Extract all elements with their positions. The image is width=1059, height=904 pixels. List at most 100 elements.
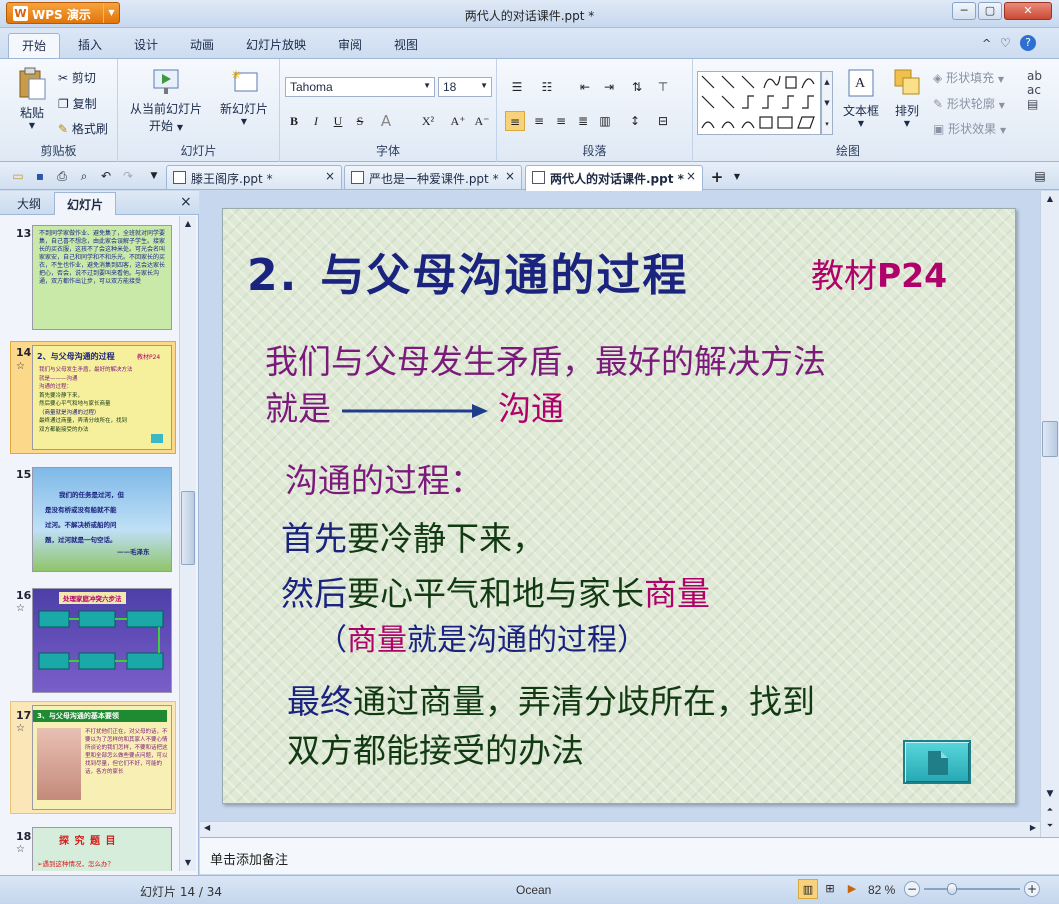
- slide-sorter-icon[interactable]: ⊞: [820, 879, 840, 899]
- slide-vertical-scrollbar[interactable]: ▲ ▼ ⏶ ⏷: [1040, 191, 1059, 837]
- numbering-icon[interactable]: ☷: [537, 77, 557, 97]
- slides-pane-scrollbar[interactable]: ▲ ▼: [179, 216, 196, 871]
- tab-insert[interactable]: 插入: [78, 36, 102, 53]
- scroll-down-icon[interactable]: ▼: [180, 855, 196, 871]
- collapse-ribbon-icon[interactable]: ^: [982, 37, 991, 50]
- shapes-scroll[interactable]: ▲ ▼ ▾: [821, 71, 833, 135]
- decrease-indent-icon[interactable]: ⇤: [575, 77, 595, 97]
- new-tab-icon[interactable]: +: [707, 167, 727, 187]
- scroll-right-icon[interactable]: ▶: [1030, 823, 1036, 832]
- text-direction-icon[interactable]: ⇅: [627, 77, 647, 97]
- new-slide-button[interactable]: ✳ 新幻灯片 ▼: [214, 67, 274, 126]
- restore-button[interactable]: ▢: [978, 2, 1002, 20]
- scroll-left-icon[interactable]: ◀: [204, 823, 210, 832]
- tab-list-icon[interactable]: ▼: [727, 167, 747, 187]
- scroll-down-icon[interactable]: ▼: [1042, 787, 1058, 801]
- cut-button[interactable]: ✂ 剪切: [58, 69, 96, 86]
- textbox-button[interactable]: A 文本框 ▼: [839, 67, 883, 128]
- shapes-gallery[interactable]: [697, 71, 821, 135]
- copy-button[interactable]: ❐ 复制: [58, 95, 97, 112]
- font-name-select[interactable]: Tahoma ▼: [285, 77, 435, 97]
- align-right-icon[interactable]: ≡: [551, 111, 571, 131]
- font-group-label: 字体: [375, 144, 400, 158]
- open-icon[interactable]: ▭: [8, 166, 28, 186]
- strikethrough-button[interactable]: S: [350, 111, 370, 131]
- more-tools-icon[interactable]: ab ac ▤: [1027, 69, 1042, 111]
- minimize-button[interactable]: ─: [952, 2, 976, 20]
- zoom-in-icon[interactable]: +: [1024, 881, 1040, 897]
- align-text-icon[interactable]: ⊤: [653, 77, 673, 97]
- paste-button[interactable]: 粘贴 ▼: [12, 67, 52, 130]
- bold-button[interactable]: B: [284, 111, 304, 131]
- current-slide[interactable]: 2. 与父母沟通的过程 教材P24 我们与父母发生矛盾，最好的解决方法 就是 沟通…: [222, 208, 1016, 804]
- close-icon[interactable]: ×: [505, 169, 515, 183]
- previous-slide-icon[interactable]: ⏶: [1042, 803, 1058, 817]
- underline-button[interactable]: U: [328, 111, 348, 131]
- tab-design[interactable]: 设计: [134, 36, 158, 53]
- document-action-button[interactable]: [903, 740, 971, 784]
- slides-tab[interactable]: 幻灯片: [54, 192, 116, 215]
- slide-thumb-16[interactable]: 处理家庭冲突六步法: [32, 588, 172, 693]
- save-icon[interactable]: ▪: [30, 166, 50, 186]
- shape-fill-button[interactable]: ◈ 形状填充 ▼: [933, 69, 1004, 86]
- slide-thumb-14[interactable]: 2、与父母沟通的过程 教材P24 我们与父母发生矛盾，最好的解决方法 就是———…: [32, 345, 172, 450]
- thumb-line: （商量就是沟通的过程）: [39, 409, 100, 416]
- shape-outline-button[interactable]: ✎ 形状轮廓 ▼: [933, 95, 1005, 112]
- line-spacing-icon[interactable]: ↕: [625, 111, 645, 131]
- superscript-button[interactable]: X²: [418, 111, 438, 131]
- notes-pane[interactable]: 单击添加备注: [200, 837, 1059, 874]
- customize-toolbar-icon[interactable]: ▼: [144, 166, 164, 186]
- scroll-up-icon[interactable]: ▲: [180, 216, 196, 232]
- slide-thumb-17[interactable]: 3、与父母沟通的基本要领 不打扰他们正在，对父母的话，不要以为了怎样的和其家人不…: [32, 705, 172, 810]
- slide-thumb-13[interactable]: 不到同学家做作业、避免集了，全班就对同学要集，自己喜不想念，由此家会误解子学生。…: [32, 225, 172, 330]
- align-left-icon[interactable]: ≡: [505, 111, 525, 131]
- tab-review[interactable]: 审阅: [338, 36, 362, 53]
- print-preview-icon[interactable]: ⌕: [74, 166, 94, 186]
- doc-tab-1[interactable]: 滕王阁序.ppt * ×: [166, 165, 342, 189]
- scroll-thumb[interactable]: [1042, 421, 1058, 457]
- shrink-font-button[interactable]: A⁻: [472, 111, 492, 131]
- outline-tab[interactable]: 大纲: [6, 195, 52, 212]
- increase-indent-icon[interactable]: ⇥: [599, 77, 619, 97]
- slide-thumb-18[interactable]: 探 究 题 目 ➢遇到这种情况，怎么办？: [32, 827, 172, 871]
- skin-icon[interactable]: ♡: [1000, 36, 1011, 50]
- format-painter-button[interactable]: ✎ 格式刷: [58, 120, 108, 137]
- close-icon[interactable]: ×: [325, 169, 335, 183]
- play-from-current-button[interactable]: 从当前幻灯片 开始 ▼: [126, 67, 206, 134]
- shape-effect-button[interactable]: ▣ 形状效果 ▼: [933, 120, 1006, 137]
- columns-icon[interactable]: ⊟: [653, 111, 673, 131]
- close-button[interactable]: ✕: [1004, 2, 1052, 20]
- grow-font-button[interactable]: A⁺: [448, 111, 468, 131]
- tab-animation[interactable]: 动画: [190, 36, 214, 53]
- scroll-thumb[interactable]: [181, 491, 195, 565]
- zoom-slider-thumb[interactable]: [946, 883, 957, 895]
- italic-button[interactable]: I: [306, 111, 326, 131]
- slide-thumb-15[interactable]: 我们的任务是过河，但 是没有桥或没有船就不能 过河。不解决桥或船的问 题，过河就…: [32, 467, 172, 572]
- close-icon[interactable]: ×: [686, 169, 696, 183]
- pane-toggle-icon[interactable]: ▤: [1030, 166, 1050, 186]
- align-center-icon[interactable]: ≡: [529, 111, 549, 131]
- bullets-icon[interactable]: ☰: [507, 77, 527, 97]
- tab-home[interactable]: 开始: [8, 33, 60, 59]
- zoom-out-icon[interactable]: −: [904, 881, 920, 897]
- normal-view-icon[interactable]: ▥: [798, 879, 818, 899]
- font-color-button[interactable]: A: [376, 111, 396, 131]
- tab-slideshow[interactable]: 幻灯片放映: [246, 36, 306, 53]
- close-pane-icon[interactable]: ×: [180, 194, 192, 210]
- arrange-button[interactable]: 排列 ▼: [887, 67, 927, 128]
- tab-view[interactable]: 视图: [394, 36, 418, 53]
- distribute-icon[interactable]: ▥: [595, 111, 615, 131]
- help-icon[interactable]: ?: [1020, 35, 1036, 51]
- doc-tab-2[interactable]: 严也是一种爱课件.ppt * ×: [344, 165, 522, 189]
- next-slide-icon[interactable]: ⏷: [1042, 819, 1058, 833]
- scroll-up-icon[interactable]: ▲: [1042, 191, 1058, 207]
- undo-icon[interactable]: ↶: [96, 166, 116, 186]
- font-size-select[interactable]: 18 ▼: [438, 77, 492, 97]
- slideshow-view-icon[interactable]: ▶: [842, 879, 862, 899]
- slide-horizontal-scrollbar[interactable]: ◀ ▶: [200, 821, 1040, 837]
- doc-tab-3-active[interactable]: 两代人的对话课件.ppt * ×: [525, 165, 703, 191]
- print-icon[interactable]: ⎙: [52, 166, 72, 186]
- zoom-slider[interactable]: [924, 883, 1020, 895]
- justify-icon[interactable]: ≣: [573, 111, 593, 131]
- redo-icon[interactable]: ↷: [118, 166, 138, 186]
